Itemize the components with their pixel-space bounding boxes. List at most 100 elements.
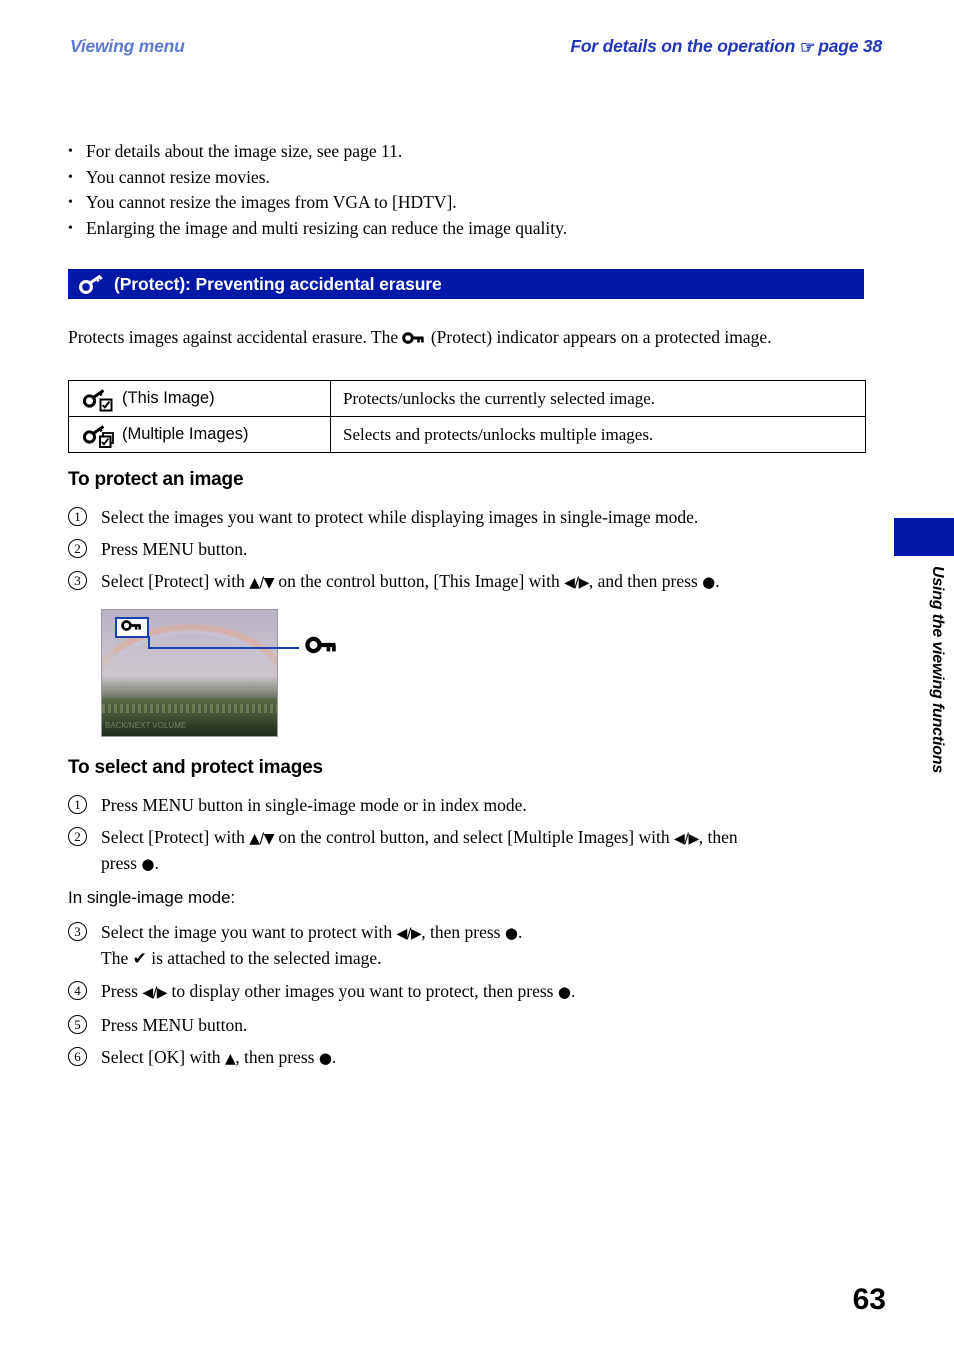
step-item: 1 Select the images you want to protect … (68, 505, 868, 529)
table-cell-option: (This Image) (68, 380, 331, 417)
document-page: Viewing menu For details on the operatio… (0, 0, 954, 1357)
step-item: 5 Press MENU button. (68, 1013, 868, 1037)
step-number: 2 (68, 539, 87, 558)
protect-options-table: (This Image) Protects/unlocks the curren… (68, 380, 866, 453)
key-this-image-icon (82, 386, 116, 412)
control-updown-icon: ▲/▼ (249, 575, 274, 591)
table-cell-description: Protects/unlocks the currently selected … (330, 380, 866, 417)
step-text: is attached to the selected image. (151, 948, 382, 968)
osd-hint-text: BACK/NEXT VOLUME (105, 721, 187, 730)
step-text: . (154, 853, 159, 873)
step-text: Press MENU button. (101, 1015, 248, 1035)
header-reference-text: For details on the operation (570, 36, 796, 56)
step-text: Select [Protect] with (101, 827, 245, 847)
list-item: You cannot resize the images from VGA to… (68, 190, 858, 216)
control-center-button-icon: ● (318, 1049, 332, 1067)
step-number: 4 (68, 981, 87, 1000)
step-item: 2 Select [Protect] with ▲/▼ on the contr… (68, 825, 868, 876)
header-page-reference: page 38 (818, 36, 882, 56)
header-cross-reference: For details on the operation ☞ page 38 (570, 36, 882, 57)
table-cell-option: (Multiple Images) (68, 416, 331, 453)
step-number: 5 (68, 1015, 87, 1034)
subheading-to-select-and-protect-images: To select and protect images (68, 757, 323, 778)
step-item: 4 Press ◀/▶ to display other images you … (68, 979, 868, 1005)
side-tab-marker (894, 518, 954, 556)
control-leftright-icon: ◀/▶ (396, 926, 422, 942)
control-center-button-icon: ● (504, 924, 518, 942)
step-item: 6 Select [OK] with ▲, then press ●. (68, 1045, 868, 1071)
key-protect-indicator-icon (402, 327, 426, 344)
list-item: You cannot resize movies. (68, 165, 858, 191)
step-text: , then press (235, 1047, 315, 1067)
key-protect-icon (79, 274, 105, 294)
landscape-foreground (102, 698, 277, 736)
page-number: 63 (852, 1283, 886, 1316)
step-text: , then (698, 827, 738, 847)
table-cell-option-label: (This Image) (122, 389, 215, 407)
control-center-button-icon: ● (557, 983, 571, 1001)
step-text: Press MENU button in single-image mode o… (101, 795, 527, 815)
steps-protect-an-image: 1 Select the images you want to protect … (68, 505, 868, 603)
table-row: (This Image) Protects/unlocks the curren… (68, 380, 866, 417)
step-item: 3 Select the image you want to protect w… (68, 920, 868, 971)
list-item: Enlarging the image and multi resizing c… (68, 216, 858, 242)
step-number: 3 (68, 571, 87, 590)
callout-key-protect-icon (305, 635, 339, 660)
table-row: (Multiple Images) Selects and protects/u… (68, 416, 866, 453)
side-tab-label: Using the viewing functions (929, 566, 946, 774)
step-text: Press MENU button. (101, 539, 248, 559)
section-intro-paragraph: Protects images against accidental erasu… (68, 325, 868, 350)
control-up-icon: ▲ (224, 1051, 236, 1067)
page-header: Viewing menu For details on the operatio… (0, 36, 954, 68)
section-title: (Protect): Preventing accidental erasure (114, 273, 442, 294)
callout-highlight-box (115, 617, 149, 638)
step-item: 2 Press MENU button. (68, 537, 868, 561)
step-item: 1 Press MENU button in single-image mode… (68, 793, 868, 817)
intro-text-part1: Protects images against accidental erasu… (68, 327, 399, 347)
control-updown-icon: ▲/▼ (249, 831, 274, 847)
control-center-button-icon: ● (702, 573, 716, 591)
step-text: to display other images you want to prot… (171, 981, 554, 1001)
steps-single-image-mode: 3 Select the image you want to protect w… (68, 920, 868, 1079)
list-item: For details about the image size, see pa… (68, 139, 858, 165)
step-text-line2: The ✔ is attached to the selected image. (101, 946, 868, 971)
step-text: . (715, 571, 720, 591)
step-number: 1 (68, 795, 87, 814)
step-text: Select [OK] with (101, 1047, 221, 1067)
step-text-line2: press ●. (101, 851, 868, 876)
step-text: Select the images you want to protect wh… (101, 507, 699, 527)
step-text: on the control button, and select [Multi… (278, 827, 670, 847)
pointing-hand-icon: ☞ (800, 38, 816, 57)
section-header-bar: (Protect): Preventing accidental erasure (68, 269, 864, 299)
step-text: Select the image you want to protect wit… (101, 922, 393, 942)
table-cell-option-label: (Multiple Images) (122, 425, 249, 443)
step-text: Select [Protect] with (101, 571, 245, 591)
notes-bullet-list: For details about the image size, see pa… (68, 139, 858, 241)
header-section-title: Viewing menu (70, 36, 185, 56)
step-number: 6 (68, 1047, 87, 1066)
steps-select-and-protect: 1 Press MENU button in single-image mode… (68, 793, 868, 884)
step-item: 3 Select [Protect] with ▲/▼ on the contr… (68, 569, 868, 595)
step-text: . (570, 981, 576, 1001)
step-text: , and then press (588, 571, 698, 591)
step-number: 3 (68, 922, 87, 941)
key-multiple-images-icon (82, 422, 116, 448)
step-text: Press (101, 981, 138, 1001)
callout-connector-horizontal (148, 646, 299, 649)
step-text: . (331, 1047, 337, 1067)
step-text: on the control button, [This Image] with (278, 571, 560, 591)
step-number: 2 (68, 827, 87, 846)
table-cell-description: Selects and protects/unlocks multiple im… (330, 416, 866, 453)
protect-indicator-illustration: BACK/NEXT VOLUME (101, 609, 401, 739)
control-leftright-icon: ◀/▶ (142, 985, 168, 1001)
control-leftright-icon: ◀/▶ (673, 831, 699, 847)
step-text: , then press (421, 922, 501, 942)
step-text: The (101, 948, 129, 968)
step-text: . (517, 922, 523, 942)
mode-label-single-image: In single-image mode: (68, 888, 236, 907)
control-leftright-icon: ◀/▶ (564, 575, 589, 591)
subheading-to-protect-an-image: To protect an image (68, 469, 244, 490)
control-center-button-icon: ● (141, 855, 155, 873)
key-protect-indicator-icon (121, 619, 143, 637)
step-text: press (101, 853, 137, 873)
